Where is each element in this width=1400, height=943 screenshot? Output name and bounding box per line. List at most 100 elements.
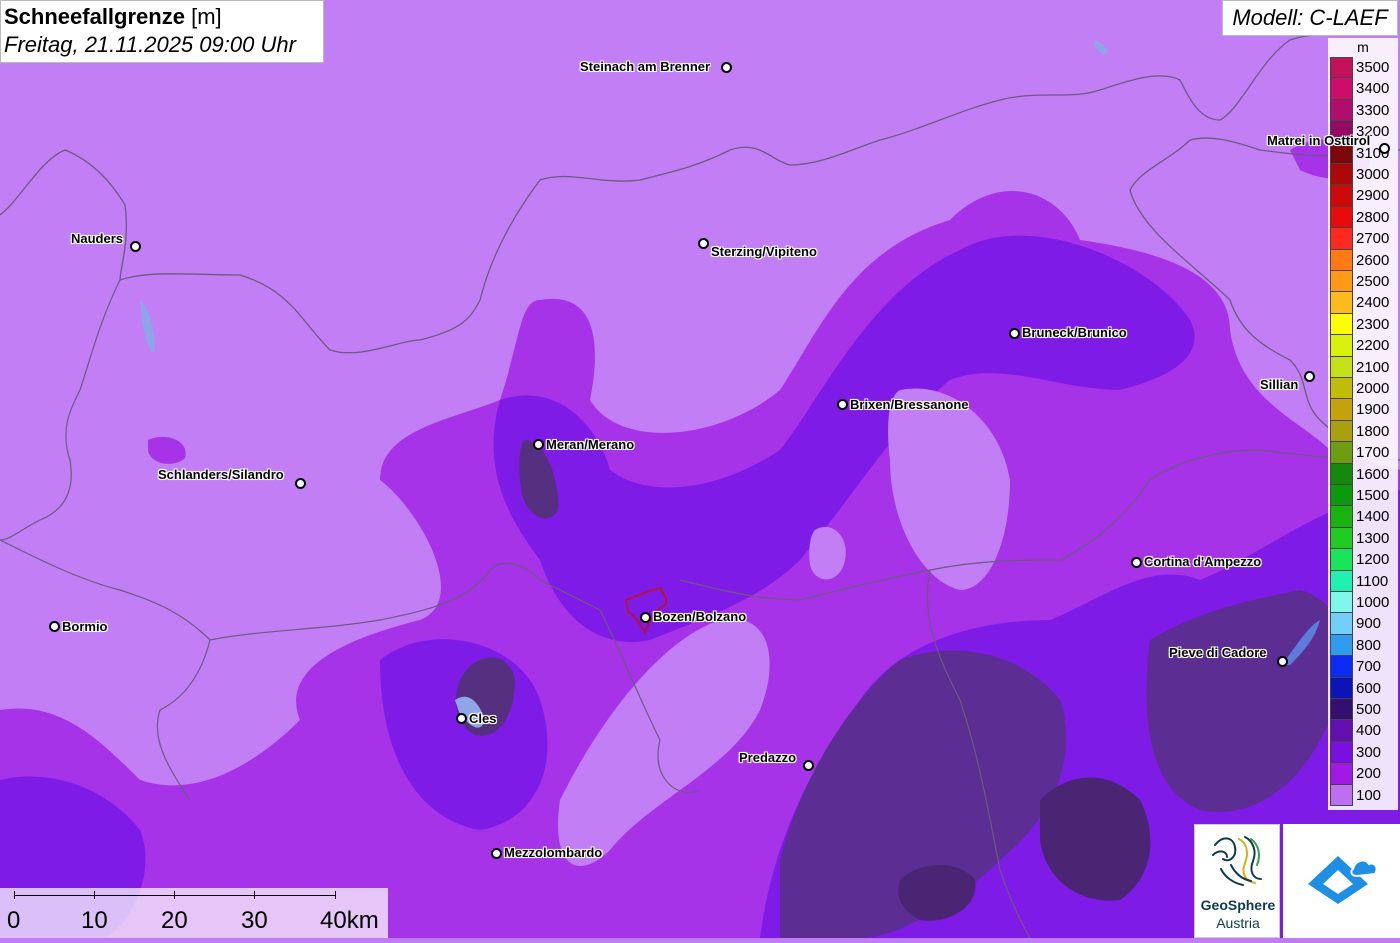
scale-label: 40km (320, 907, 379, 934)
legend-entry: 1700 (1330, 442, 1396, 464)
legend-swatch (1330, 485, 1353, 507)
legend-label: 2000 (1356, 380, 1390, 397)
legend-swatch (1330, 313, 1353, 336)
city-marker[interactable] (295, 478, 306, 489)
legend-label: 2300 (1356, 315, 1390, 333)
city-label[interactable]: Bruneck/Brunico (1022, 325, 1127, 340)
scale-tick (335, 891, 336, 899)
legend-swatch (1330, 442, 1353, 464)
legend-label: 1600 (1356, 465, 1390, 483)
city-label[interactable]: Steinach am Brenner (580, 59, 710, 74)
legend-entry: 3300 (1330, 99, 1396, 122)
legend-entry: 700 (1330, 656, 1396, 678)
legend-entry: 2300 (1330, 313, 1396, 336)
city-label[interactable]: Pieve di Cadore (1169, 645, 1267, 660)
city-marker[interactable] (130, 241, 141, 252)
legend-label: 1000 (1356, 594, 1390, 611)
legend-swatch (1330, 763, 1353, 785)
legend-entry: 1200 (1330, 549, 1396, 571)
legend-label: 500 (1356, 701, 1382, 718)
scale-tick (254, 891, 255, 899)
legend-swatch (1330, 292, 1353, 314)
legend-entry: 2000 (1330, 378, 1396, 400)
scale-label: 10 (81, 907, 108, 934)
legend-entry: 1500 (1330, 485, 1396, 507)
legend-entry: 3500 (1330, 57, 1396, 79)
cloud-diamond-logo-icon (1308, 856, 1378, 904)
legend-swatch (1330, 335, 1353, 357)
legend-entry: 2500 (1330, 271, 1396, 293)
legend-swatch (1330, 720, 1353, 742)
city-label[interactable]: Sillian (1260, 377, 1298, 392)
city-label[interactable]: Predazzo (739, 750, 796, 765)
city-marker[interactable] (837, 399, 848, 410)
legend-entry: 900 (1330, 613, 1396, 635)
legend-label: 3000 (1356, 166, 1390, 183)
map-datetime: Freitag, 21.11.2025 09:00 Uhr (4, 32, 296, 57)
legend-swatch (1330, 99, 1353, 122)
city-marker[interactable] (533, 439, 544, 450)
legend-label: 2400 (1356, 294, 1390, 312)
legend-swatch (1330, 463, 1353, 485)
legend-label: 2200 (1356, 337, 1390, 355)
legend-swatch (1330, 549, 1353, 571)
city-marker[interactable] (1379, 143, 1390, 154)
legend-swatch (1330, 228, 1353, 250)
legend-entry: 300 (1330, 741, 1396, 764)
legend-swatch (1330, 741, 1353, 764)
legend-label: 2800 (1356, 208, 1390, 226)
city-label[interactable]: Bormio (62, 619, 108, 634)
legend-label: 400 (1356, 722, 1382, 740)
legend-swatch (1330, 506, 1353, 528)
city-label[interactable]: Meran/Merano (546, 437, 634, 452)
city-marker[interactable] (721, 62, 732, 73)
city-marker[interactable] (1009, 328, 1020, 339)
legend-label: 700 (1356, 658, 1382, 676)
city-marker[interactable] (640, 612, 651, 623)
legend-label: 1500 (1356, 487, 1390, 504)
city-label[interactable]: Nauders (71, 231, 123, 246)
city-marker[interactable] (49, 621, 60, 632)
cloud-diamond-logo[interactable] (1283, 824, 1400, 938)
model-label: Modell: C-LAEF (1222, 0, 1398, 36)
city-marker[interactable] (698, 238, 709, 249)
city-marker[interactable] (456, 713, 467, 724)
legend-entry: 2100 (1330, 356, 1396, 378)
legend-entry: 100 (1330, 784, 1396, 806)
scale-line (14, 895, 336, 896)
city-marker[interactable] (803, 760, 814, 771)
city-marker[interactable] (1277, 656, 1288, 667)
city-marker[interactable] (1304, 371, 1315, 382)
legend-entry: 1800 (1330, 420, 1396, 443)
legend-label: 300 (1356, 743, 1382, 761)
legend-entry: 200 (1330, 763, 1396, 785)
legend-label: 1700 (1356, 444, 1390, 462)
scale-tick (174, 891, 175, 899)
city-label[interactable]: Sterzing/Vipiteno (711, 244, 817, 259)
legend-swatch (1330, 677, 1353, 699)
legend-swatch (1330, 185, 1353, 207)
city-label[interactable]: Mezzolombardo (504, 845, 602, 860)
legend-label: 1100 (1356, 572, 1389, 590)
map-title: Schneefallgrenze [m] (4, 3, 323, 31)
city-label[interactable]: Bozen/Bolzano (653, 609, 746, 624)
legend-label: 900 (1356, 615, 1382, 633)
legend-unit: m (1357, 39, 1369, 55)
city-label[interactable]: Cortina d'Ampezzo (1144, 554, 1261, 569)
city-label[interactable]: Brixen/Bressanone (850, 397, 969, 412)
city-marker[interactable] (1131, 557, 1142, 568)
city-marker[interactable] (491, 848, 502, 859)
legend-entry: 2200 (1330, 335, 1396, 357)
city-label[interactable]: Schlanders/Silandro (158, 467, 284, 482)
scale-bar: 0 10 20 30 40km (0, 888, 388, 938)
legend-swatch (1330, 57, 1353, 79)
legend-label: 1900 (1356, 401, 1390, 419)
legend-entry: 2900 (1330, 185, 1396, 207)
scale-tick (94, 891, 95, 899)
legend-entry: 3400 (1330, 78, 1396, 100)
city-label[interactable]: Matrei in Osttirol (1267, 133, 1370, 148)
city-label[interactable]: Cles (469, 711, 496, 726)
scale-label: 0 (7, 907, 21, 934)
geosphere-logo[interactable]: GeoSphere Austria (1194, 824, 1280, 938)
legend-label: 1400 (1356, 508, 1390, 526)
